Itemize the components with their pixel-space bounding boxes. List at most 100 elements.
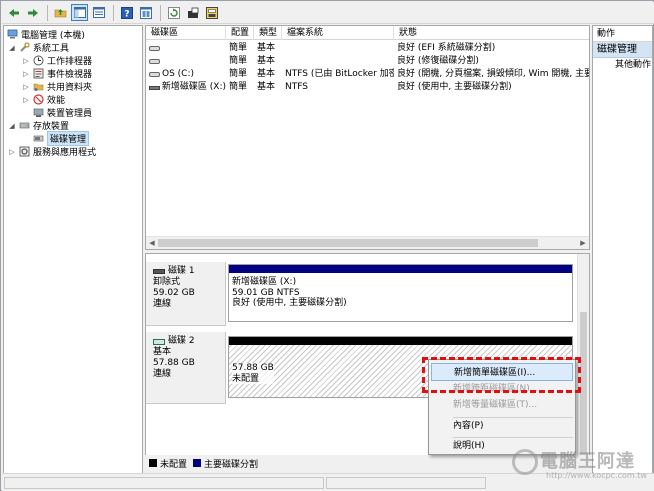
tree-item-disk-management[interactable]: 磁碟管理	[33, 131, 90, 146]
back-arrow-icon[interactable]	[5, 4, 22, 21]
column-header-volume[interactable]: 磁碟區	[146, 26, 226, 40]
up-folder-icon[interactable]	[52, 4, 69, 21]
toolbar-separator	[47, 4, 48, 21]
toolbar-separator	[160, 4, 161, 21]
watermark: 電腦王阿達 http://www.kocpc.com.tw	[506, 445, 652, 489]
menu-item-new-striped-volume[interactable]: 新增等量磁碟區(T)...	[431, 396, 573, 414]
volume-filesystem: NTFS (已由 BitLocker 加密)	[285, 69, 394, 79]
volume-layout: 簡單	[229, 69, 248, 79]
actions-more[interactable]: 其他動作	[593, 58, 652, 72]
partition-size: 57.88 GB	[232, 363, 274, 373]
disk-1-info[interactable]: 磁碟 1 卸除式 59.02 GB 連線	[146, 262, 226, 326]
table-row[interactable]: 簡單 基本 良好 (EFI 系統磁碟分割)	[146, 42, 589, 55]
column-header-type[interactable]: 類型	[254, 26, 282, 40]
table-row[interactable]: OS (C:) 簡單 基本 NTFS (已由 BitLocker 加密) 良好 …	[146, 68, 589, 81]
disk-kind: 基本	[153, 347, 172, 357]
scroll-left-icon[interactable]: ◀	[146, 237, 158, 249]
horizontal-scrollbar[interactable]: ◀ ▶	[146, 236, 589, 249]
drive-icon	[149, 85, 160, 90]
status-cell	[326, 477, 486, 489]
collapsed-arrow-icon[interactable]: ▷	[22, 57, 30, 65]
console-tree: 電腦管理 (本機) ◢ 系統工具 ▷ 工作排程器 ▷ 事件檢視器 ▷ 共用資料夾…	[3, 25, 143, 490]
primary-partition-swatch	[193, 459, 202, 467]
storage-icon	[19, 120, 30, 131]
volume-filesystem: NTFS	[285, 82, 308, 92]
expanded-arrow-icon[interactable]: ◢	[8, 122, 16, 130]
volume-list-header: 磁碟區 配置 類型 檔案系統 狀態	[146, 26, 589, 40]
partition-details: 新增磁碟區 (X:) 59.01 GB NTFS 良好 (使用中, 主要磁碟分割…	[232, 277, 347, 309]
event-viewer-icon	[33, 68, 44, 79]
tree-item-label: 服務與應用程式	[33, 148, 97, 158]
shared-folder-icon	[33, 81, 44, 92]
disk-state: 連線	[153, 369, 172, 379]
collapsed-arrow-icon[interactable]: ▷	[22, 70, 30, 78]
disk-properties-icon[interactable]	[203, 4, 220, 21]
status-cell	[4, 477, 324, 489]
table-row[interactable]: 簡單 基本 良好 (修復磁碟分割)	[146, 55, 589, 68]
disk-name: 磁碟 1	[168, 266, 195, 276]
properties-icon[interactable]	[137, 4, 154, 21]
volume-name: OS (C:)	[162, 69, 194, 79]
partition-status: 良好 (使用中, 主要磁碟分割)	[232, 298, 347, 308]
toolbar-separator	[113, 4, 114, 21]
volume-type: 基本	[257, 43, 276, 53]
disk-2-info[interactable]: 磁碟 2 基本 57.88 GB 連線	[146, 332, 226, 404]
tree-item-label: 事件檢視器	[47, 70, 93, 80]
volume-filesystem	[282, 55, 394, 68]
menu-item-properties[interactable]: 內容(P)	[431, 417, 573, 435]
scroll-right-icon[interactable]: ▶	[577, 237, 589, 249]
column-header-status[interactable]: 狀態	[394, 26, 589, 40]
collapsed-arrow-icon[interactable]: ▷	[22, 83, 30, 91]
tree-item-computer-management[interactable]: 電腦管理 (本機)	[7, 28, 85, 41]
tree-item-event-viewer[interactable]: ▷ 事件檢視器	[22, 67, 92, 80]
disk-1-header: 磁碟 1	[153, 266, 225, 277]
volume-name: 新增磁碟區 (X:)	[161, 82, 226, 92]
scrollbar-thumb[interactable]	[580, 312, 587, 462]
highlight-callout	[422, 357, 581, 393]
refresh-icon[interactable]	[165, 4, 182, 21]
performance-icon	[33, 94, 44, 105]
disk-size: 59.02 GB	[153, 288, 195, 298]
unallocated-bar	[229, 337, 572, 345]
services-icon	[19, 146, 30, 157]
list-view-icon[interactable]	[90, 4, 107, 21]
expanded-arrow-icon[interactable]: ◢	[8, 44, 16, 52]
actions-section-disk-management[interactable]: 磁碟管理	[593, 42, 652, 58]
disk-size: 57.88 GB	[153, 358, 195, 368]
tree-item-performance[interactable]: ▷ 效能	[22, 93, 65, 106]
column-header-layout[interactable]: 配置	[226, 26, 254, 40]
help-icon[interactable]: ?	[118, 4, 135, 21]
forward-arrow-icon[interactable]	[24, 4, 41, 21]
partition-label: 新增磁碟區 (X:)	[232, 277, 297, 287]
console-tree-icon[interactable]	[71, 4, 88, 21]
tree-item-services-applications[interactable]: ▷ 服務與應用程式	[8, 145, 96, 158]
collapsed-arrow-icon[interactable]: ▷	[8, 148, 16, 156]
volume-layout: 簡單	[229, 82, 248, 92]
device-manager-icon	[33, 107, 44, 118]
volume-icon	[149, 46, 160, 51]
partition-new-volume-x[interactable]: 新增磁碟區 (X:) 59.01 GB NTFS 良好 (使用中, 主要磁碟分割…	[228, 264, 573, 322]
tree-item-label: 工作排程器	[47, 57, 93, 67]
computer-management-window: ? 電腦管理 (本機) ◢ 系統工具 ▷ 工作排程器 ▷ 事件檢視器 ▷ 共用資…	[0, 0, 654, 491]
computer-icon	[7, 29, 18, 40]
volume-type: 基本	[257, 82, 276, 92]
tree-item-task-scheduler[interactable]: ▷ 工作排程器	[22, 54, 92, 67]
tree-item-label: 共用資料夾	[47, 83, 93, 93]
export-list-icon[interactable]	[184, 4, 201, 21]
volume-list: 磁碟區 配置 類型 檔案系統 狀態 簡單 基本 良好 (EFI 系統磁碟分割) …	[145, 25, 590, 250]
svg-text:?: ?	[124, 9, 129, 19]
actions-pane: 動作 磁碟管理 其他動作	[592, 25, 653, 490]
tree-item-device-manager[interactable]: 裝置管理員	[33, 106, 92, 119]
disk-state: 連線	[153, 299, 172, 309]
tree-item-shared-folders[interactable]: ▷ 共用資料夾	[22, 80, 93, 94]
scrollbar-thumb[interactable]	[158, 239, 538, 247]
collapsed-arrow-icon[interactable]: ▷	[22, 96, 30, 104]
table-row[interactable]: 新增磁碟區 (X:) 簡單 基本 NTFS 良好 (使用中, 主要磁碟分割)	[146, 81, 589, 94]
removable-disk-icon	[153, 269, 165, 274]
column-header-filesystem[interactable]: 檔案系統	[282, 26, 394, 40]
volume-status: 良好 (使用中, 主要磁碟分割)	[397, 82, 512, 92]
basic-disk-icon	[153, 338, 165, 345]
tree-item-system-tools[interactable]: ◢ 系統工具	[8, 41, 69, 54]
disk-kind: 卸除式	[153, 277, 181, 287]
watermark-text: 電腦王阿達	[540, 451, 635, 472]
